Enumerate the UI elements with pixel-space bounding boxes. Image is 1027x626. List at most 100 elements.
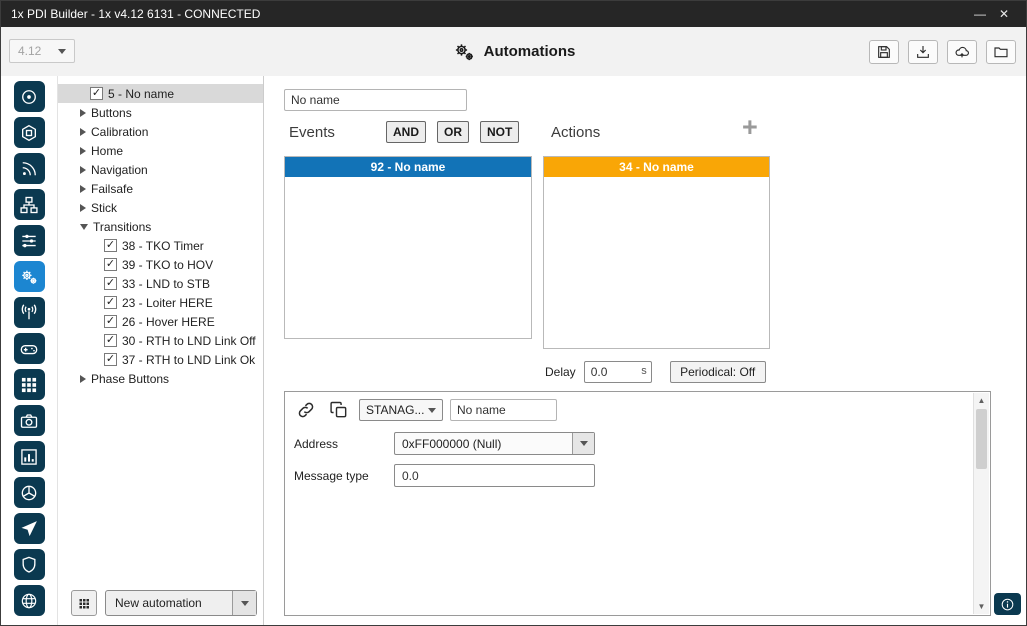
automation-name-input[interactable]	[284, 89, 467, 111]
antenna-icon	[19, 303, 39, 323]
info-button[interactable]	[994, 593, 1021, 615]
expand-arrow-icon[interactable]	[80, 375, 86, 383]
expand-arrow-icon[interactable]	[80, 128, 86, 136]
scroll-up-icon[interactable]: ▲	[974, 393, 989, 408]
message-type-input[interactable]	[394, 464, 595, 487]
sidebar-item-palette[interactable]	[14, 477, 45, 508]
shield-icon	[19, 555, 39, 575]
checkbox[interactable]	[104, 296, 117, 309]
folder-icon	[993, 43, 1009, 61]
delay-row: Delay s Periodical: Off	[545, 361, 766, 383]
checkbox[interactable]	[90, 87, 103, 100]
expand-arrow-icon[interactable]	[80, 166, 86, 174]
tree-item-label: Phase Buttons	[91, 372, 169, 386]
tree-group-failsafe[interactable]: Failsafe	[58, 179, 263, 198]
sidebar-item-antenna[interactable]	[14, 297, 45, 328]
icon-sidebar	[1, 76, 58, 625]
grid-icon	[78, 596, 90, 611]
grid-view-button[interactable]	[71, 590, 97, 616]
expand-arrow-icon[interactable]	[80, 147, 86, 155]
actions-label: Actions	[551, 124, 600, 141]
minimize-button[interactable]: —	[968, 7, 992, 21]
tree-item-transition[interactable]: 37 - RTH to LND Link Ok	[58, 350, 263, 369]
tree-item-transition[interactable]: 39 - TKO to HOV	[58, 255, 263, 274]
scrollbar[interactable]: ▲ ▼	[973, 393, 989, 614]
copy-button[interactable]	[326, 398, 352, 422]
close-button[interactable]: ✕	[992, 7, 1016, 21]
gamepad-icon	[19, 339, 39, 359]
collapse-arrow-icon[interactable]	[80, 224, 88, 230]
rss-icon	[19, 159, 39, 179]
tree-group-stick[interactable]: Stick	[58, 198, 263, 217]
checkbox[interactable]	[104, 239, 117, 252]
new-automation-button[interactable]: New automation	[105, 590, 257, 616]
tree-group-phase-buttons[interactable]: Phase Buttons	[58, 369, 263, 388]
expand-arrow-icon[interactable]	[80, 204, 86, 212]
tree-item-transition[interactable]: 26 - Hover HERE	[58, 312, 263, 331]
download-icon	[915, 43, 931, 61]
tree-item-transition[interactable]: 33 - LND to STB	[58, 274, 263, 293]
automation-editor: Events AND OR NOT Actions + 92 - No name…	[264, 76, 1026, 625]
address-dropdown[interactable]: 0xFF000000 (Null)	[394, 432, 595, 455]
events-label: Events	[289, 124, 335, 141]
tree-group-buttons[interactable]: Buttons	[58, 103, 263, 122]
sidebar-item-sliders[interactable]	[14, 225, 45, 256]
action-item[interactable]: 34 - No name	[544, 157, 769, 177]
tree-item-transition[interactable]: 23 - Loiter HERE	[58, 293, 263, 312]
save-button[interactable]	[869, 40, 899, 64]
action-type-dropdown[interactable]: STANAG...	[359, 399, 443, 421]
or-button[interactable]: OR	[437, 121, 469, 143]
tree-group-home[interactable]: Home	[58, 141, 263, 160]
tree-item-label: Home	[91, 144, 123, 158]
sidebar-item-airplane[interactable]	[14, 513, 45, 544]
scrollbar-thumb[interactable]	[976, 409, 987, 469]
delay-unit: s	[641, 365, 647, 377]
sidebar-item-hexagon-module[interactable]	[14, 117, 45, 148]
expand-arrow-icon[interactable]	[80, 185, 86, 193]
sidebar-item-globe[interactable]	[14, 585, 45, 616]
tree-item-label: 39 - TKO to HOV	[122, 258, 213, 272]
bar-chart-icon	[19, 447, 39, 467]
periodical-toggle[interactable]: Periodical: Off	[670, 361, 766, 383]
tree-group-calibration[interactable]: Calibration	[58, 122, 263, 141]
new-automation-dropdown[interactable]	[232, 591, 256, 615]
action-detail-panel: STANAG... Address 0xFF000000 (Null) Mess…	[284, 391, 991, 616]
tree-item-transition[interactable]: 30 - RTH to LND Link Off	[58, 331, 263, 350]
and-button[interactable]: AND	[386, 121, 426, 143]
tree-item-label: 30 - RTH to LND Link Off	[122, 334, 256, 348]
grid-icon	[19, 375, 39, 395]
cloud-upload-button[interactable]	[947, 40, 977, 64]
checkbox[interactable]	[104, 258, 117, 271]
link-button[interactable]	[293, 398, 319, 422]
scroll-down-icon[interactable]: ▼	[974, 599, 989, 614]
event-item[interactable]: 92 - No name	[285, 157, 531, 177]
not-button[interactable]: NOT	[480, 121, 519, 143]
checkbox[interactable]	[104, 315, 117, 328]
sidebar-item-automations[interactable]	[14, 261, 45, 292]
checkbox[interactable]	[104, 353, 117, 366]
sidebar-item-joystick[interactable]	[14, 333, 45, 364]
sidebar-item-veronte[interactable]	[14, 81, 45, 112]
sidebar-item-devices[interactable]	[14, 189, 45, 220]
sidebar-item-keypad[interactable]	[14, 369, 45, 400]
open-folder-button[interactable]	[986, 40, 1016, 64]
gears-icon	[452, 40, 476, 64]
expand-arrow-icon[interactable]	[80, 109, 86, 117]
sidebar-item-telemetry[interactable]	[14, 153, 45, 184]
action-name-input[interactable]	[450, 399, 557, 421]
tree-group-transitions[interactable]: Transitions	[58, 217, 263, 236]
veronte-icon	[19, 87, 39, 107]
download-button[interactable]	[908, 40, 938, 64]
sidebar-item-shield[interactable]	[14, 549, 45, 580]
tree-root-item[interactable]: 5 - No name	[58, 84, 263, 103]
tree-item-label: 5 - No name	[108, 87, 174, 101]
tree-group-navigation[interactable]: Navigation	[58, 160, 263, 179]
tree-item-label: Transitions	[93, 220, 151, 234]
sidebar-item-chart[interactable]	[14, 441, 45, 472]
checkbox[interactable]	[104, 334, 117, 347]
link-icon	[296, 400, 316, 420]
sidebar-item-camera[interactable]	[14, 405, 45, 436]
add-action-icon[interactable]: +	[742, 114, 758, 141]
tree-item-transition[interactable]: 38 - TKO Timer	[58, 236, 263, 255]
checkbox[interactable]	[104, 277, 117, 290]
